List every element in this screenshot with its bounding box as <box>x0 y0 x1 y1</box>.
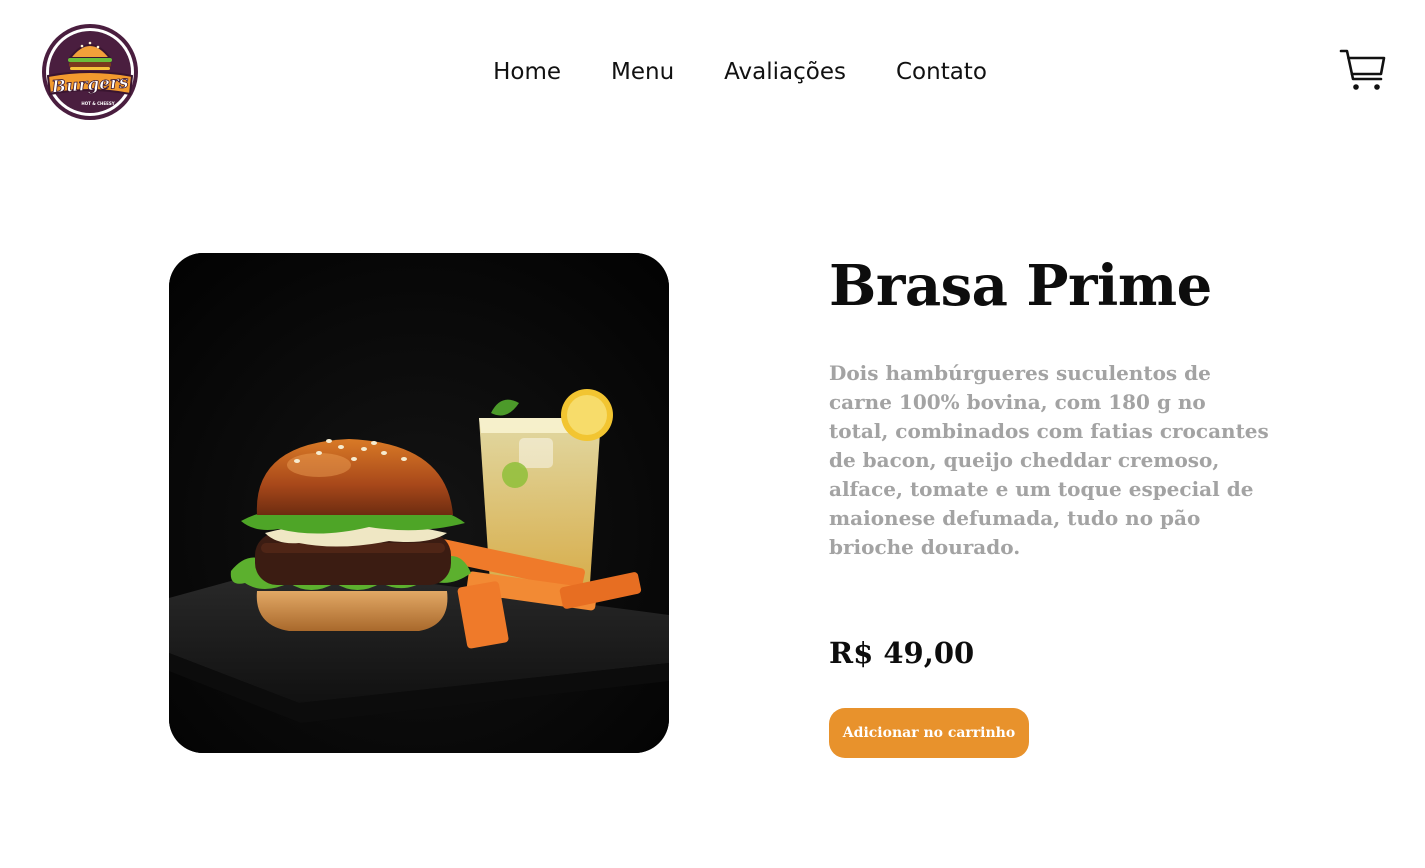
nav-home[interactable]: Home <box>493 52 561 92</box>
cart-button[interactable] <box>1338 46 1388 96</box>
nav-avaliacoes[interactable]: Avaliações <box>724 52 846 92</box>
product-price: R$ 49,00 <box>829 636 975 670</box>
nav-menu[interactable]: Menu <box>611 52 674 92</box>
product-image <box>169 253 669 753</box>
nav-contato[interactable]: Contato <box>896 52 987 92</box>
cart-icon <box>1339 49 1386 90</box>
burger-photo <box>169 253 669 753</box>
product-description: Dois hambúrgueres suculentos de carne 10… <box>829 361 1269 559</box>
add-to-cart-button[interactable]: Adicionar no carrinho <box>829 708 1029 758</box>
svg-text:HOT & CHEESY: HOT & CHEESY <box>81 101 114 106</box>
product-title: Brasa Prime <box>829 253 1212 319</box>
main-nav: Home Menu Avaliações Contato <box>0 52 1425 92</box>
site-header: Burgers HOT & CHEESY Home Menu Avaliaçõe… <box>0 0 1425 140</box>
product-info: Brasa Prime Dois hambúrgueres suculentos… <box>829 253 1299 758</box>
